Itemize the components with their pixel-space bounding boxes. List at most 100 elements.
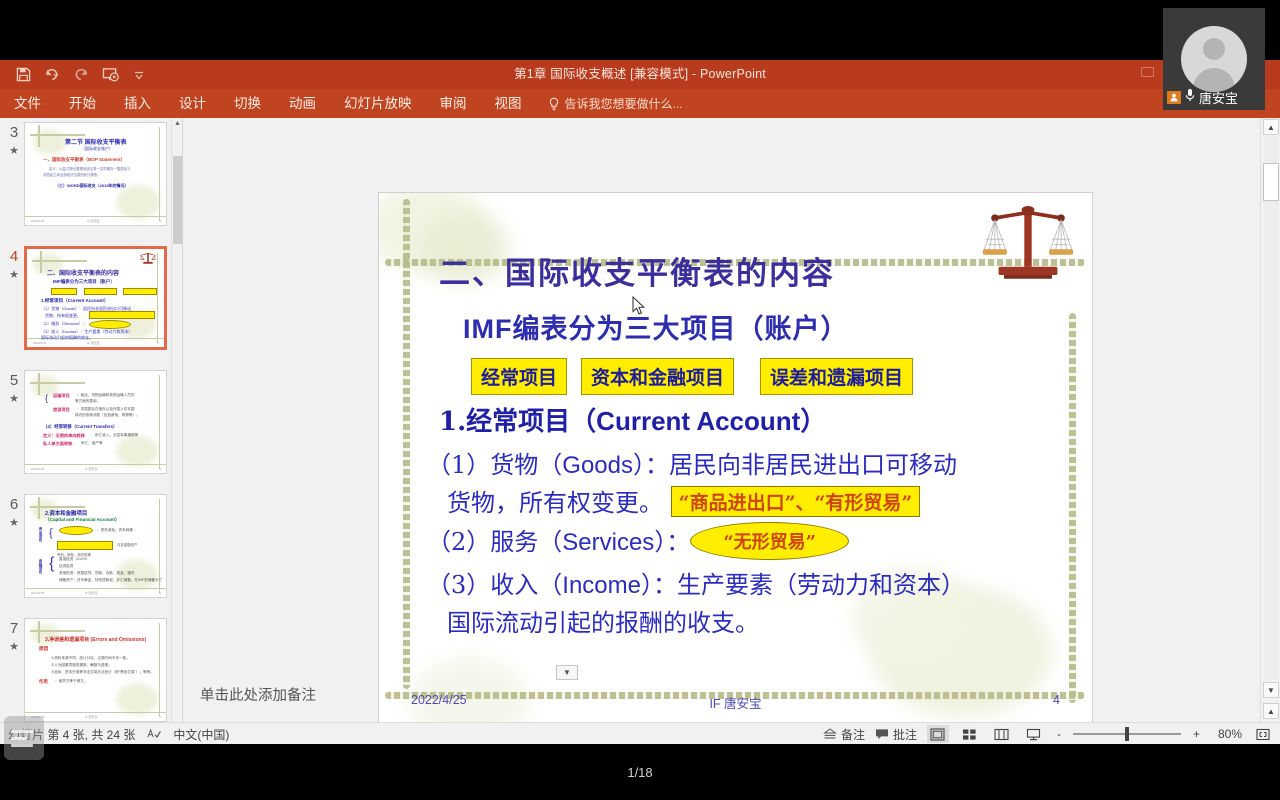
- scroll-down-icon[interactable]: ▼: [1263, 682, 1279, 698]
- thumbnail-slide-3[interactable]: 3 ★ 第二节 国际收支平衡表 （国际收支账户） 一、国际收支平衡表（BOP S…: [4, 122, 176, 240]
- bullet-line2: 国际流动引起的报酬的收支。: [447, 609, 759, 637]
- bullet-mid: ）：生产要素（劳动力和资本）: [640, 571, 965, 599]
- bullet-services-line1: （2）服务（Services）： “无形贸易”: [427, 522, 850, 560]
- bullet-en: Services: [562, 529, 655, 556]
- spellcheck-icon[interactable]: [147, 728, 162, 740]
- thumbnail-scrollbar[interactable]: ▲ ▼: [171, 118, 182, 744]
- category-box-capital-financial[interactable]: 资本和金融项目: [581, 358, 735, 395]
- zoom-level-label[interactable]: 80%: [1212, 727, 1242, 741]
- thumbnail-preview: 二、国际收支平衡表的内容 IMF编表分为三大项目（账户） 1.经常项目（Curr…: [24, 246, 167, 350]
- scroll-up-icon[interactable]: ▲: [1263, 119, 1279, 135]
- slide-editing-stage: 二、国际收支平衡表的内容 IMF编表分为三大项目（账户） 经常项目 资本和金融项…: [184, 118, 1260, 744]
- status-bar: 幻灯片 第 4 张, 共 24 张 中文(中国) 备注 批注 - + 80%: [0, 722, 1280, 744]
- thumbnail-scroll-thumb[interactable]: [173, 156, 182, 244]
- window-title: 第1章 国际收支概述 [兼容模式] - PowerPoint: [514, 67, 766, 81]
- scrollbar-thumb[interactable]: [1263, 163, 1279, 201]
- page-indicator: 1/18: [0, 744, 1280, 800]
- slide-scrollbar[interactable]: ▲ ▼ ▲ ▼: [1260, 118, 1280, 744]
- thumbnail-scroll-up-icon[interactable]: ▲: [172, 118, 182, 129]
- thumbnail-number: 4 ★: [4, 246, 24, 364]
- restore-window-button[interactable]: [1141, 67, 1157, 81]
- balance-scales-icon: [982, 198, 1074, 284]
- slide-thumbnail-pane[interactable]: 3 ★ 第二节 国际收支平衡表 （国际收支账户） 一、国际收支平衡表（BOP S…: [0, 118, 183, 744]
- tab-review[interactable]: 审阅: [426, 89, 481, 118]
- tab-view[interactable]: 视图: [481, 89, 536, 118]
- tab-transitions[interactable]: 切换: [220, 89, 275, 118]
- animation-star-icon: ★: [9, 269, 19, 282]
- ribbon-tabs: 文件 开始 插入 设计 切换 动画 幻灯片放映 审阅 视图 告诉我您想要做什么.…: [0, 89, 683, 118]
- screen-root: 第1章 国际收支概述 [兼容模式] - PowerPoint 文件 开始 插入 …: [0, 0, 1280, 800]
- thumbnail-preview: { 运输项目 ：客运、货物运输和其他运输人员的 等方面的费用。 旅游项目 ：本国…: [24, 370, 167, 474]
- person-avatar-icon: [1181, 26, 1247, 92]
- notes-pane[interactable]: 单击此处添加备注: [200, 684, 1260, 722]
- bullet-en: Goods: [562, 452, 633, 479]
- slide-sorter-icon[interactable]: [959, 725, 981, 743]
- highlight-box-goods[interactable]: “商品进出口”、“有形贸易”: [670, 486, 921, 517]
- tab-file[interactable]: 文件: [0, 89, 55, 118]
- scrollbar-track[interactable]: [1264, 136, 1278, 680]
- comments-button-label: 批注: [892, 727, 917, 742]
- category-box-errors-omissions[interactable]: 误差和遗漏项目: [760, 358, 914, 395]
- slide-subtitle-en: IMF: [463, 314, 513, 344]
- bullet-income-line2: 国际流动引起的报酬的收支。: [447, 603, 759, 638]
- camera-name-row: 唐安宝: [1167, 88, 1238, 107]
- notes-placeholder: 单击此处添加备注: [200, 688, 316, 704]
- bullet-line2: 货物，所有权变更。: [447, 489, 663, 517]
- tab-insert[interactable]: 插入: [110, 89, 165, 118]
- previous-slide-icon[interactable]: ▲: [1263, 703, 1279, 719]
- zoom-in-button[interactable]: +: [1191, 727, 1202, 741]
- bullet-en: Income: [562, 572, 641, 599]
- powerpoint-window: 第1章 国际收支概述 [兼容模式] - PowerPoint 文件 开始 插入 …: [0, 60, 1280, 744]
- thumbnail-preview: 2.资本和金融项目 （Capital and Financial Account…: [24, 494, 167, 598]
- slide-heading-current-account: 1.经常项目（Current Account）: [439, 401, 826, 438]
- fit-to-window-icon[interactable]: [1252, 725, 1274, 743]
- tab-design[interactable]: 设计: [165, 89, 220, 118]
- heading-cn: 经常项目（: [466, 407, 597, 437]
- participant-icon[interactable]: [1167, 91, 1181, 104]
- current-slide[interactable]: 二、国际收支平衡表的内容 IMF编表分为三大项目（账户） 经常项目 资本和金融项…: [379, 193, 1092, 727]
- thumbnail-slide-4[interactable]: 4 ★ 二、国际收支平衡表的内容 IMF编表分为三大项目（账户） 1.经常项目（…: [4, 246, 176, 364]
- animation-star-icon: ★: [9, 145, 19, 158]
- zoom-slider-handle[interactable]: [1124, 727, 1129, 741]
- bullet-lead: （3）收入（: [427, 571, 563, 599]
- highlight-ellipse-services[interactable]: “无形贸易”: [690, 522, 850, 560]
- decor-line-right: [1069, 313, 1076, 703]
- webcam-overlay[interactable]: 唐安宝: [1163, 8, 1265, 110]
- microphone-icon[interactable]: [1184, 88, 1196, 107]
- tab-home[interactable]: 开始: [55, 89, 110, 118]
- menu-list-icon: [11, 743, 33, 747]
- notes-button-label: 备注: [840, 727, 865, 742]
- tab-slideshow[interactable]: 幻灯片放映: [330, 89, 426, 118]
- page-indicator-label: 1/18: [627, 764, 653, 780]
- tell-me-box[interactable]: 告诉我您想要做什么...: [548, 95, 683, 112]
- thumbnail-slide-5[interactable]: 5 ★ { 运输项目 ：客运、货物运输和其他运输人员的 等方面的费用。 旅游项目…: [4, 370, 176, 488]
- bullet-goods-line2: 货物，所有权变更。 “商品进出口”、“有形贸易”: [447, 483, 921, 518]
- zoom-slider[interactable]: [1072, 727, 1181, 741]
- bullet-mid: ）：居民向非居民进出口可移动: [633, 451, 957, 479]
- tell-me-label: 告诉我您想要做什么...: [564, 97, 683, 111]
- tab-animations[interactable]: 动画: [275, 89, 330, 118]
- thumbnail-number: 6 ★: [4, 494, 24, 612]
- comments-button[interactable]: 批注: [875, 726, 917, 743]
- language-label[interactable]: 中文(中国): [173, 726, 229, 743]
- menu-list-icon: [11, 729, 33, 733]
- animation-star-icon: ★: [9, 641, 19, 654]
- menu-list-icon: [11, 736, 27, 740]
- floating-menu-widget[interactable]: [4, 716, 44, 760]
- reading-view-icon[interactable]: [991, 725, 1013, 743]
- status-bar-right: 备注 批注 - + 80%: [823, 723, 1274, 744]
- notes-splitter[interactable]: ▼: [368, 664, 1240, 681]
- bullet-mid: ）：: [654, 528, 691, 556]
- camera-name-label: 唐安宝: [1199, 91, 1239, 106]
- thumbnail-number: 5 ★: [4, 370, 24, 488]
- chevron-down-icon[interactable]: ▼: [556, 665, 578, 680]
- animation-star-icon: ★: [9, 517, 19, 530]
- zoom-out-button[interactable]: -: [1055, 727, 1063, 741]
- category-box-current-account[interactable]: 经常项目: [471, 358, 568, 395]
- slideshow-view-icon[interactable]: [1023, 725, 1045, 743]
- bullet-income-line1: （3）收入（Income）：生产要素（劳动力和资本）: [427, 565, 965, 600]
- notes-button[interactable]: 备注: [823, 726, 865, 743]
- slide-subtitle-cn: 编表分为三大项目（账户）: [512, 314, 849, 345]
- normal-view-icon[interactable]: [926, 725, 949, 743]
- thumbnail-slide-6[interactable]: 6 ★ 2.资本和金融项目 （Capital and Financial Acc…: [4, 494, 176, 612]
